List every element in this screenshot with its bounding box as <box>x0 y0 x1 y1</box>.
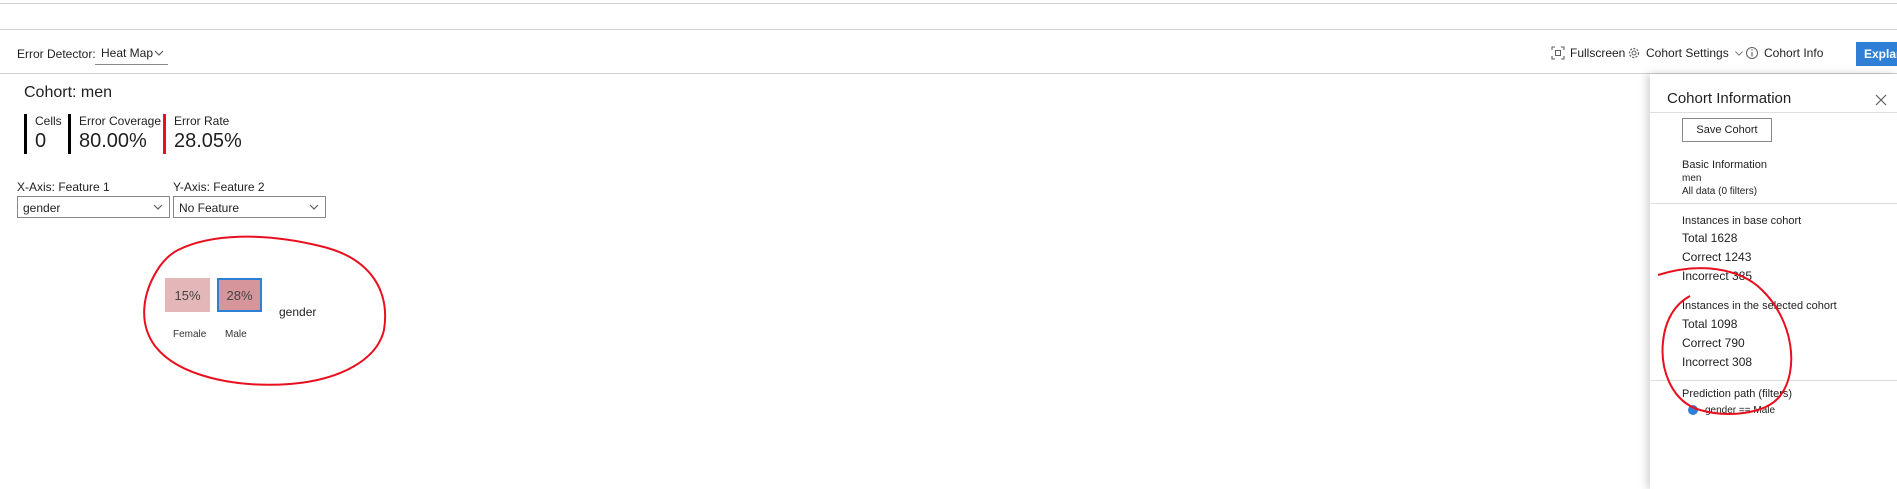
fullscreen-label: Fullscreen <box>1570 46 1626 60</box>
cohort-settings-label: Cohort Settings <box>1646 46 1729 60</box>
cohort-name: men <box>1682 173 1702 184</box>
cohort-info-button[interactable]: Cohort Info <box>1745 46 1823 60</box>
x-axis-value: gender <box>23 201 61 215</box>
top-divider <box>0 3 1897 4</box>
metric-label: Cells <box>35 114 62 128</box>
base-incorrect: Incorrect 385 <box>1682 269 1753 283</box>
y-axis-value: No Feature <box>179 201 240 215</box>
metric-value: 28.05% <box>174 130 242 152</box>
y-axis-label: Y-Axis: Feature 2 <box>173 180 265 194</box>
header-divider <box>0 29 1897 30</box>
toolbar-divider <box>0 73 1897 74</box>
base-cohort-title: Instances in base cohort <box>1682 215 1802 227</box>
x-axis-label: X-Axis: Feature 1 <box>17 180 110 194</box>
metric-error-coverage: Error Coverage 80.00% <box>68 114 161 154</box>
metric-label: Error Coverage <box>79 114 162 128</box>
gear-icon <box>1628 47 1640 59</box>
base-correct: Correct 1243 <box>1682 250 1752 264</box>
heatmap-cell-female[interactable]: 15% <box>165 278 210 312</box>
chevron-down-icon <box>153 204 163 210</box>
path-dot-icon <box>1688 405 1698 415</box>
heatmap-axis-label: gender <box>279 305 317 319</box>
error-detector-value: Heat Map <box>101 46 154 60</box>
selected-correct: Correct 790 <box>1682 336 1745 350</box>
info-icon <box>1746 47 1758 59</box>
metric-value: 80.00% <box>79 130 147 152</box>
metric-error-rate: Error Rate 28.05% <box>163 114 242 154</box>
cohort-info-panel: Cohort Information Save Cohort Basic Inf… <box>1650 74 1897 489</box>
metric-label: Error Rate <box>174 114 230 128</box>
panel-divider <box>1650 380 1897 381</box>
error-detector-label: Error Detector: <box>17 47 96 61</box>
panel-title: Cohort Information <box>1667 90 1792 107</box>
close-icon[interactable] <box>1875 94 1887 106</box>
selected-cohort-title: Instances in the selected cohort <box>1682 300 1837 312</box>
heatmap-cell-male[interactable]: 28% <box>217 278 262 312</box>
chevron-down-icon <box>309 204 319 210</box>
cohort-title: Cohort: men <box>24 84 113 101</box>
metric-cells: Cells 0 <box>24 114 62 154</box>
heatmap-label-male: Male <box>225 329 247 340</box>
cohort-filters: All data (0 filters) <box>1682 186 1758 197</box>
chevron-down-icon <box>1734 51 1743 56</box>
chevron-down-icon <box>154 50 164 56</box>
fullscreen-icon <box>1551 46 1565 60</box>
metric-value: 0 <box>35 130 47 152</box>
cohort-settings-button[interactable]: Cohort Settings <box>1627 46 1744 60</box>
x-axis-dropdown[interactable]: gender <box>17 196 170 218</box>
base-total: Total 1628 <box>1682 231 1738 245</box>
prediction-path-title: Prediction path (filters) <box>1682 388 1793 400</box>
heatmap-label-female: Female <box>173 329 207 340</box>
error-detector-dropdown[interactable]: Heat Map <box>95 44 168 65</box>
panel-divider <box>1650 112 1897 113</box>
selected-incorrect: Incorrect 308 <box>1682 355 1753 369</box>
path-filter-item: gender == Male <box>1705 405 1776 416</box>
selected-total: Total 1098 <box>1682 317 1738 331</box>
y-axis-dropdown[interactable]: No Feature <box>173 196 326 218</box>
panel-divider <box>1650 203 1897 204</box>
fullscreen-button[interactable]: Fullscreen <box>1551 46 1625 60</box>
save-cohort-button[interactable]: Save Cohort <box>1682 118 1772 142</box>
basic-info-title: Basic Information <box>1682 159 1767 171</box>
cohort-info-label: Cohort Info <box>1764 46 1824 60</box>
explanation-button[interactable]: Explanation <box>1856 42 1897 66</box>
